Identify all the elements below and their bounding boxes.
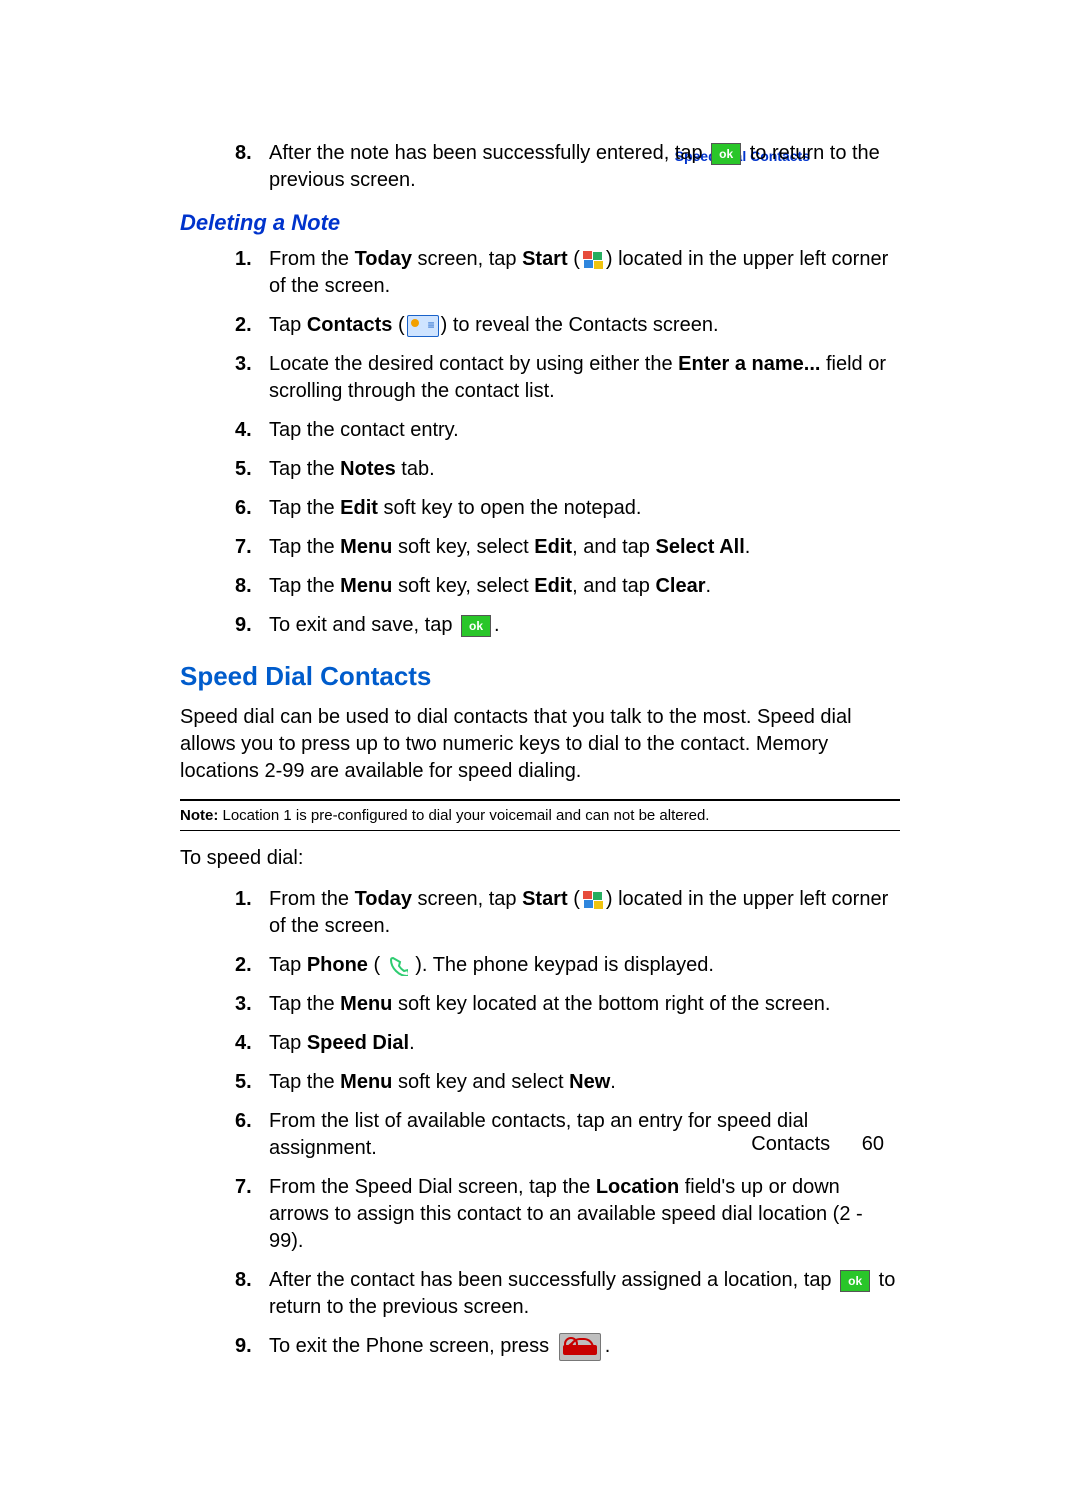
list-item-text: After the note has been successfully ent…: [269, 142, 880, 191]
list-item-text: Tap the Edit soft key to open the notepa…: [269, 497, 641, 519]
heading-speed-dial-contacts: Speed Dial Contacts: [180, 661, 900, 692]
list-item: 5. Tap the Menu soft key and select New.: [235, 1069, 900, 1096]
list-number: 2.: [235, 952, 252, 979]
ok-icon: [461, 615, 491, 637]
list-item: 1. From the Today screen, tap Start () lo…: [235, 246, 900, 300]
speed-dial-steps-list: 1. From the Today screen, tap Start () lo…: [235, 886, 900, 1361]
footer-section: Contacts: [751, 1133, 830, 1155]
list-number: 8.: [235, 1267, 252, 1294]
page-footer: Contacts 60: [751, 1133, 884, 1156]
list-number: 3.: [235, 991, 252, 1018]
ok-icon: [711, 143, 741, 165]
note-text: Location 1 is pre-configured to dial you…: [218, 807, 709, 824]
list-item: 6. Tap the Edit soft key to open the note…: [235, 495, 900, 522]
list-item-text: Tap Contacts () to reveal the Contacts s…: [269, 314, 719, 336]
list-item: 7. From the Speed Dial screen, tap the Lo…: [235, 1174, 900, 1255]
list-item-text: Tap the Menu soft key, select Edit, and …: [269, 536, 750, 558]
list-item-text: From the Speed Dial screen, tap the Loca…: [269, 1176, 863, 1252]
deleting-steps-list: 1. From the Today screen, tap Start () lo…: [235, 246, 900, 639]
list-item: 9. To exit the Phone screen, press .: [235, 1333, 900, 1361]
list-item-text: Tap the contact entry.: [269, 419, 459, 441]
list-item-text: After the contact has been successfully …: [269, 1269, 895, 1318]
list-number: 4.: [235, 1030, 252, 1057]
list-item: 4. Tap the contact entry.: [235, 417, 900, 444]
list-item: 5. Tap the Notes tab.: [235, 456, 900, 483]
list-number: 7.: [235, 1174, 252, 1201]
list-number: 8.: [235, 573, 252, 600]
end-call-button-icon: [559, 1333, 601, 1361]
list-item: 9. To exit and save, tap .: [235, 612, 900, 639]
phone-icon: [388, 956, 408, 976]
manual-page: Speed Dial Contacts 8. After the note has…: [0, 0, 1080, 1492]
heading-deleting-a-note: Deleting a Note: [180, 210, 900, 236]
speed-dial-intro: Speed dial can be used to dial contacts …: [180, 704, 900, 785]
ok-icon: [840, 1270, 870, 1292]
list-item: 8. After the contact has been successfull…: [235, 1267, 900, 1321]
note-label: Note:: [180, 807, 218, 824]
list-item: 4. Tap Speed Dial.: [235, 1030, 900, 1057]
list-item: 8. After the note has been successfully e…: [235, 140, 900, 194]
list-item-text: Tap the Menu soft key, select Edit, and …: [269, 575, 711, 597]
note-voicemail: Note: Location 1 is pre-configured to di…: [180, 807, 900, 824]
list-item-text: Tap the Menu soft key and select New.: [269, 1071, 616, 1093]
list-number: 7.: [235, 534, 252, 561]
prev-steps-list: 8. After the note has been successfully e…: [235, 140, 900, 194]
list-item: 3. Tap the Menu soft key located at the b…: [235, 991, 900, 1018]
list-item-text: Tap the Menu soft key located at the bot…: [269, 993, 830, 1015]
list-item-text: Tap Phone ( ). The phone keypad is displ…: [269, 954, 714, 976]
list-number: 5.: [235, 456, 252, 483]
list-item-text: From the Today screen, tap Start () loca…: [269, 248, 888, 297]
start-flag-icon: [582, 250, 604, 270]
list-item-text: From the Today screen, tap Start () loca…: [269, 888, 888, 937]
list-number: 2.: [235, 312, 252, 339]
list-item: 7. Tap the Menu soft key, select Edit, an…: [235, 534, 900, 561]
list-item: 3. Locate the desired contact by using ei…: [235, 351, 900, 405]
list-number: 8.: [235, 140, 252, 167]
list-item: 8. Tap the Menu soft key, select Edit, an…: [235, 573, 900, 600]
list-item-text: To exit the Phone screen, press .: [269, 1335, 610, 1357]
list-number: 6.: [235, 1108, 252, 1135]
list-item-text: Locate the desired contact by using eith…: [269, 353, 886, 402]
list-number: 1.: [235, 246, 252, 273]
to-speed-dial: To speed dial:: [180, 845, 900, 872]
list-item-text: To exit and save, tap .: [269, 614, 500, 636]
list-number: 3.: [235, 351, 252, 378]
list-item: 2. Tap Contacts () to reveal the Contacts…: [235, 312, 900, 339]
divider-bottom: [180, 830, 900, 831]
list-item-text: Tap the Notes tab.: [269, 458, 435, 480]
list-item: 2. Tap Phone ( ). The phone keypad is dis…: [235, 952, 900, 979]
footer-page-number: 60: [862, 1133, 884, 1155]
list-number: 4.: [235, 417, 252, 444]
list-number: 5.: [235, 1069, 252, 1096]
list-number: 1.: [235, 886, 252, 913]
list-number: 6.: [235, 495, 252, 522]
list-item: 1. From the Today screen, tap Start () lo…: [235, 886, 900, 940]
list-number: 9.: [235, 1333, 252, 1360]
contacts-icon: [407, 315, 439, 337]
divider-top: [180, 799, 900, 801]
list-number: 9.: [235, 612, 252, 639]
list-item-text: From the list of available contacts, tap…: [269, 1110, 808, 1159]
list-item-text: Tap Speed Dial.: [269, 1032, 415, 1054]
start-flag-icon: [582, 890, 604, 910]
